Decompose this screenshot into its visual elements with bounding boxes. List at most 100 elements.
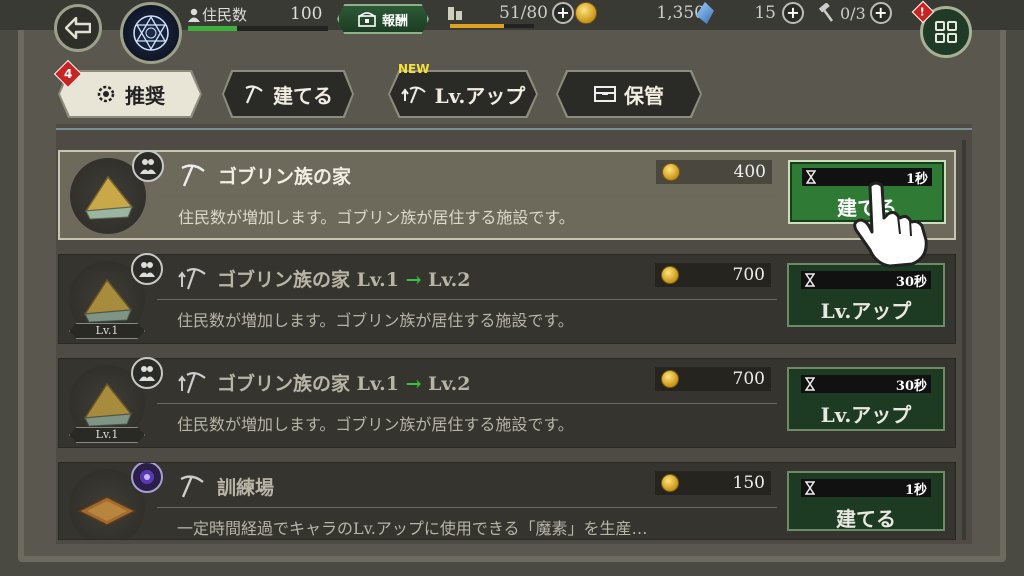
crystal-group: 15 + bbox=[696, 2, 804, 24]
gold-coin-icon bbox=[662, 163, 680, 181]
levelup-button[interactable]: 30秒 Lv.アップ bbox=[787, 367, 945, 431]
new-label: NEW bbox=[398, 62, 430, 76]
resident-label: 住民数 bbox=[188, 4, 247, 25]
list-item[interactable]: 訓練場 一定時間経過でキャラのLv.アップに使用できる「魔素」を生産… 150 … bbox=[58, 462, 956, 540]
gold-coin-icon bbox=[575, 2, 597, 24]
builder-count: 0/3 bbox=[840, 3, 866, 23]
hexagram-icon bbox=[133, 15, 169, 51]
hourglass-icon bbox=[805, 377, 815, 391]
residents-icon bbox=[131, 253, 163, 285]
cost-box: 700 bbox=[655, 263, 771, 287]
cost-value: 400 bbox=[733, 162, 766, 182]
levelup-button-label: Lv.アップ bbox=[820, 299, 912, 323]
list-item[interactable]: ゴブリン族の家 住民数が増加します。ゴブリン族が居住する施設です。 400 1秒… bbox=[58, 150, 956, 240]
card-title: ゴブリン族の家 Lv.1 → Lv.2 bbox=[217, 265, 470, 292]
alert-badge-text: ! bbox=[920, 5, 926, 19]
card-description: 一定時間経過でキャラのLv.アップに使用できる「魔素」を生産… bbox=[177, 519, 648, 538]
back-arrow-icon bbox=[65, 17, 91, 39]
timer-bar: 1秒 bbox=[801, 479, 931, 498]
reward-label: 報酬 bbox=[381, 13, 408, 29]
card-description: 住民数が増加します。ゴブリン族が居住する施設です。 bbox=[177, 311, 574, 330]
magic-circle-emblem[interactable] bbox=[120, 2, 182, 64]
crystal-amount: 15 bbox=[754, 3, 776, 23]
reward-button[interactable]: 報酬 bbox=[337, 4, 429, 34]
upgrade-pickaxe-icon bbox=[400, 86, 426, 104]
capacity-progress-bar bbox=[450, 24, 534, 28]
card-title-prefix: ゴブリン族の家 Lv.1 bbox=[217, 373, 399, 395]
timer-bar: 30秒 bbox=[801, 375, 931, 394]
pointing-hand-icon bbox=[853, 181, 928, 268]
thatched-hut-icon bbox=[83, 278, 133, 323]
levelup-button[interactable]: 30秒 Lv.アップ bbox=[787, 263, 945, 327]
hammer-group: 0/3 + bbox=[816, 2, 892, 24]
tab-build[interactable]: 建てる bbox=[224, 72, 352, 116]
card-description: 住民数が増加します。ゴブリン族が居住する施設です。 bbox=[177, 415, 574, 434]
back-button[interactable] bbox=[54, 4, 102, 52]
capacity-text: 51/80 bbox=[499, 3, 548, 23]
green-arrow: → bbox=[405, 269, 422, 291]
resident-progress-bar bbox=[188, 26, 328, 31]
upgrade-time: 30秒 bbox=[895, 378, 927, 394]
card-title: 訓練場 bbox=[217, 477, 275, 499]
scrollbar[interactable] bbox=[962, 140, 966, 540]
tab-rail bbox=[56, 128, 972, 130]
gold-group: 1,350 bbox=[575, 2, 705, 24]
list-item[interactable]: Lv.1 ゴブリン族の家 Lv.1 → Lv.2 住民数が増加します。ゴブリン族… bbox=[58, 253, 956, 344]
build-button[interactable]: 1秒 建てる bbox=[787, 471, 945, 531]
hammer-icon bbox=[818, 3, 834, 22]
gold-amount: 1,350 bbox=[656, 3, 705, 23]
cost-value: 700 bbox=[732, 369, 765, 389]
level-tag: Lv.1 bbox=[69, 323, 145, 339]
green-arrow: → bbox=[405, 373, 422, 395]
level-tag: Lv.1 bbox=[69, 427, 145, 443]
crystal-plus-button[interactable]: + bbox=[782, 2, 804, 24]
tab-recommend-label: 推奨 bbox=[125, 83, 165, 108]
tab-build-label: 建てる bbox=[273, 83, 333, 108]
upgrade-pickaxe-icon bbox=[178, 371, 206, 394]
resident-progress-fill bbox=[188, 26, 237, 31]
card-title-suffix: Lv.2 bbox=[428, 269, 471, 291]
card-title-suffix: Lv.2 bbox=[428, 373, 471, 395]
cost-box: 700 bbox=[655, 367, 771, 391]
build-time: 1秒 bbox=[904, 482, 927, 498]
pickaxe-icon bbox=[245, 85, 263, 104]
tab-storage-label: 保管 bbox=[624, 83, 664, 108]
card-description: 住民数が増加します。ゴブリン族が居住する施設です。 bbox=[178, 208, 575, 227]
training-ground-icon bbox=[77, 496, 137, 526]
person-icon bbox=[188, 8, 200, 22]
tab-storage[interactable]: 保管 bbox=[558, 72, 700, 116]
capacity-progress-fill bbox=[450, 24, 504, 28]
pickaxe-icon bbox=[180, 475, 204, 498]
storage-box-icon bbox=[594, 86, 616, 102]
card-title-prefix: ゴブリン族の家 Lv.1 bbox=[217, 269, 399, 291]
hourglass-icon bbox=[805, 273, 815, 287]
treasure-chest-icon bbox=[358, 12, 376, 27]
thatched-hut-icon bbox=[83, 382, 133, 427]
tab-levelup-label: Lv.アップ bbox=[434, 83, 526, 108]
card-divider bbox=[157, 507, 777, 508]
card-divider bbox=[158, 196, 778, 197]
upgrade-pickaxe-icon bbox=[178, 267, 206, 290]
tab-levelup[interactable]: Lv.アップ bbox=[390, 72, 536, 116]
cost-box: 150 bbox=[655, 471, 771, 495]
magic-orb-icon bbox=[131, 463, 163, 493]
residents-icon bbox=[132, 150, 164, 182]
card-title: ゴブリン族の家 bbox=[218, 166, 352, 188]
crystal-icon bbox=[696, 2, 714, 24]
list-item[interactable]: Lv.1 ゴブリン族の家 Lv.1 → Lv.2 住民数が増加します。ゴブリン族… bbox=[58, 357, 956, 448]
grid-menu-icon bbox=[935, 21, 957, 43]
levelup-button-label: Lv.アップ bbox=[820, 403, 912, 427]
capacity-plus-button[interactable]: + bbox=[552, 2, 574, 24]
build-button-label: 建てる bbox=[836, 507, 896, 531]
cost-value: 700 bbox=[732, 265, 765, 285]
builder-plus-button[interactable]: + bbox=[869, 2, 892, 24]
hourglass-icon bbox=[806, 170, 816, 184]
hourglass-icon bbox=[805, 481, 815, 495]
card-divider bbox=[157, 403, 777, 404]
tab-recommend[interactable]: 推奨 bbox=[60, 72, 200, 116]
residents-icon bbox=[131, 357, 163, 389]
resident-count: 100 bbox=[290, 4, 323, 24]
recommend-count-text: 4 bbox=[63, 66, 73, 81]
pickaxe-icon bbox=[181, 164, 205, 187]
cost-box: 400 bbox=[656, 160, 772, 184]
